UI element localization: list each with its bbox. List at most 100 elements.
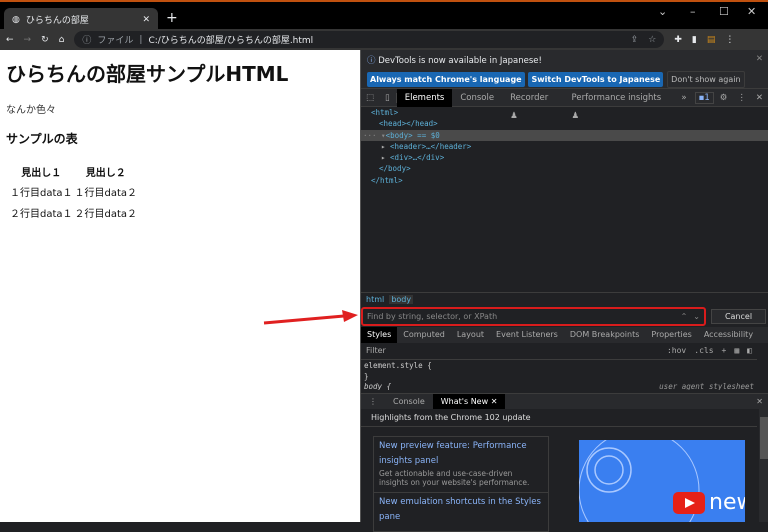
star-icon[interactable]: ☆ [648,35,656,45]
tab-accessibility[interactable]: Accessibility [698,327,759,343]
side-panel-icon[interactable]: ▮ [692,35,697,45]
close-infobar-icon[interactable]: ✕ [756,54,763,64]
devtools-panel: ⓘ DevTools is now available in Japanese!… [360,50,768,532]
tab-computed[interactable]: Computed [397,327,451,343]
tab-strip: ◍ ひらちんの部屋 ✕ + ⌄ – ☐ ✕ [0,0,768,31]
page-paragraph: なんか色々 [6,105,56,116]
close-drawer-icon[interactable]: ✕ [750,397,768,406]
tab-properties[interactable]: Properties [645,327,697,343]
card-description: Get actionable and use-case-driven insig… [379,469,530,487]
inspect-icon[interactable]: ⬚ [361,93,379,103]
tab-styles[interactable]: Styles [361,327,398,343]
close-tab-icon[interactable]: ✕ [142,15,150,25]
tab-layout[interactable]: Layout [451,327,490,343]
info-icon: ⓘ [367,56,376,66]
style-rule: body { [364,382,392,390]
chevron-down-icon[interactable]: ⌄ [693,312,700,321]
close-devtools-icon[interactable]: ✕ [750,93,768,103]
tab-recorder[interactable]: Recorder ♟ [502,89,563,121]
tab-console[interactable]: Console [452,89,502,107]
drawer-tab-whats-new[interactable]: What's New ✕ [432,394,506,409]
menu-icon[interactable]: ⋮ [725,35,734,45]
dom-node[interactable]: ▸ <div>…</div> [361,152,768,163]
drawer-tabs: ⋮ Console What's New ✕ ✕ [361,393,768,409]
hov-button[interactable]: :hov [667,346,686,357]
reload-icon[interactable]: ↻ [41,35,49,45]
dom-node-text: <body> == $0 [385,130,440,140]
style-source: user agent stylesheet [659,382,754,390]
browser-toolbar: ← → ↻ ⌂ ⓘ ファイル | C:/ひらちんの部屋/ひらちんの部屋.html… [0,29,768,50]
dom-node-selected[interactable]: ··· ▾<body> == $0 [361,129,768,141]
sidebar-toggle-icon[interactable]: ◧ [747,346,752,357]
video-thumbnail[interactable]: new [579,440,745,522]
tab-elements[interactable]: Elements [396,88,453,107]
switch-japanese-button[interactable]: Switch DevTools to Japanese [528,72,664,87]
dom-node-text: <div>…</div> [390,153,445,163]
address-bar[interactable]: ⓘ ファイル | C:/ひらちんの部屋/ひらちんの部屋.html ⇪ ☆ [74,31,665,48]
dom-node[interactable]: ▸ <header>…</header> [361,141,768,152]
tab-label: What's New [440,397,489,406]
info-icon: ⓘ [82,36,92,46]
tab-search-icon[interactable]: ⌄ [658,5,667,18]
url-scheme-label: ファイル [97,36,134,46]
page-title: ひらちんの部屋サンプルHTML [6,62,289,86]
play-icon[interactable] [673,492,705,514]
share-icon[interactable]: ⇪ [631,35,639,45]
cancel-button[interactable]: Cancel [711,309,766,324]
browser-tab[interactable]: ◍ ひらちんの部屋 ✕ [4,8,158,31]
breadcrumb-html[interactable]: html [366,295,384,304]
tab-dom-breakpoints[interactable]: DOM Breakpoints [564,327,646,343]
search-input[interactable]: Find by string, selector, or XPath [367,312,497,321]
minimize-button[interactable]: – [690,5,696,18]
red-arrow-annotation [263,310,358,325]
table-header: 見出し１ [21,168,62,179]
tab-performance-insights[interactable]: Performance insights ♟ [564,89,674,121]
add-rule-icon[interactable]: + [722,346,727,357]
more-tabs-icon[interactable]: » [673,93,694,103]
feature-card[interactable]: New preview feature: Performance insight… [373,436,549,493]
card-title-link[interactable]: New preview feature: Performance insight… [379,439,543,469]
breadcrumb: html body [361,292,768,306]
card-title-link[interactable]: New emulation shortcuts in the Styles pa… [379,495,543,525]
cls-button[interactable]: .cls [694,346,713,357]
find-search-box[interactable]: Find by string, selector, or XPath ⌃ ⌄ [361,307,706,326]
device-toolbar-icon[interactable]: ▯ [379,92,397,103]
back-icon[interactable]: ← [6,35,14,45]
chevron-up-icon[interactable]: ⌃ [681,312,688,321]
maximize-button[interactable]: ☐ [719,5,729,18]
extension-icon[interactable]: ▤ [707,35,716,45]
table-cell: １行目data１ [10,188,73,199]
drawer-scrollbar[interactable] [759,409,768,522]
dom-node[interactable]: </html> [361,175,768,186]
drawer-tab-console[interactable]: Console [385,394,433,409]
dom-node[interactable]: <head></head> [361,118,768,129]
table-cell: ２行目data２ [74,209,138,220]
home-icon[interactable]: ⌂ [59,35,65,45]
highlights-heading: Highlights from the Chrome 102 update [361,409,757,427]
dom-node[interactable]: <html> [361,107,768,118]
close-window-button[interactable]: ✕ [747,5,756,18]
table-heading: サンプルの表 [6,132,78,146]
settings-icon[interactable]: ⚙ [714,93,734,103]
issues-badge[interactable]: ▪1 [694,91,714,104]
table-cell: ２行目data１ [10,209,73,220]
dom-tree: <html> <head></head> ··· ▾<body> == $0 ▸… [361,107,768,186]
filter-input[interactable]: Filter [366,346,386,357]
styles-tabs: Styles Computed Layout Event Listeners D… [361,327,768,343]
breadcrumb-body[interactable]: body [389,295,414,304]
issues-count: 1 [704,92,710,103]
dom-node[interactable]: </body> [361,163,768,174]
match-language-button[interactable]: Always match Chrome's language [367,72,525,87]
forward-icon[interactable]: → [24,35,32,45]
close-icon[interactable]: ✕ [491,397,498,406]
styles-filter[interactable]: Filter :hov .cls + ▦ ◧ [361,344,757,360]
drawer-menu-icon[interactable]: ⋮ [361,397,385,406]
paint-icon[interactable]: ▦ [734,346,739,357]
dont-show-again-button[interactable]: Don't show again [667,71,745,88]
url-text: C:/ひらちんの部屋/ひらちんの部屋.html [148,36,314,46]
more-options-icon[interactable]: ⋮ [733,93,750,103]
new-tab-button[interactable]: + [166,10,178,26]
extensions-icon[interactable]: ✚ [674,35,682,45]
tab-event-listeners[interactable]: Event Listeners [490,327,564,343]
feature-card[interactable]: New emulation shortcuts in the Styles pa… [373,492,549,532]
